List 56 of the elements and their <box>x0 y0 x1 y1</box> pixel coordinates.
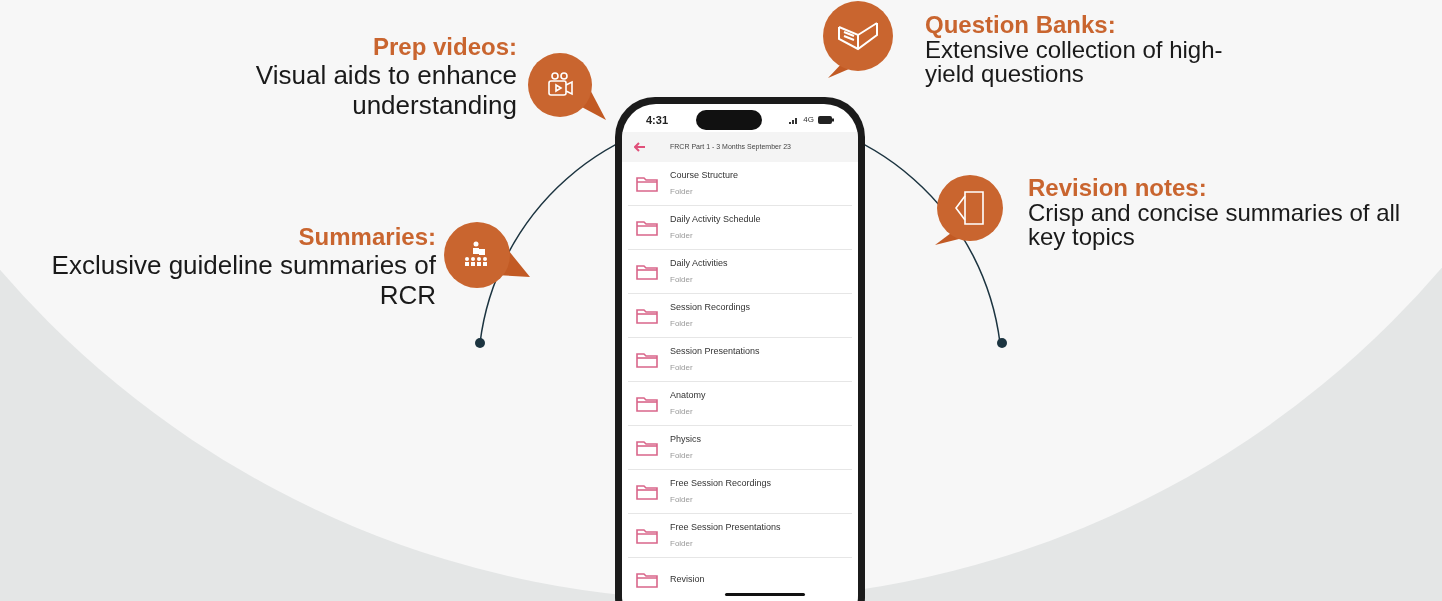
folder-type: Folder <box>670 230 694 243</box>
feature-description: Extensive collection of high-yield questions <box>925 38 1224 86</box>
feature-title: Question Banks: <box>925 12 1116 38</box>
folder-type: Folder <box>670 186 694 199</box>
folder-row[interactable]: Daily Activity Schedule Folder <box>628 206 852 250</box>
dynamic-island <box>695 110 762 130</box>
folder-title: Course Structure <box>670 168 739 182</box>
back-arrow-icon[interactable] <box>634 142 646 152</box>
folder-icon <box>636 351 658 368</box>
folder-row[interactable]: Course Structure Folder <box>628 162 852 206</box>
folder-row[interactable]: Free Session Recordings Folder <box>628 470 852 514</box>
folder-row[interactable]: Session Presentations Folder <box>628 338 852 382</box>
folder-icon <box>636 263 658 280</box>
feature-title: Summaries: <box>298 224 436 250</box>
dot <box>997 338 1007 348</box>
notes-card-icon <box>953 190 987 226</box>
folder-row[interactable]: Free Session Presentations Folder <box>628 514 852 558</box>
signal-icon <box>789 116 800 124</box>
folder-type: Folder <box>670 406 694 419</box>
folder-row[interactable]: Session Recordings Folder <box>628 294 852 338</box>
folder-type: Folder <box>670 274 694 287</box>
folder-title: Free Session Recordings <box>670 476 772 490</box>
folder-title: Anatomy <box>670 388 706 402</box>
open-book-icon <box>836 19 880 53</box>
battery-icon <box>818 116 834 124</box>
network-label: 4G <box>803 114 814 126</box>
folder-row[interactable]: Daily Activities Folder <box>628 250 852 294</box>
folder-icon <box>636 307 658 324</box>
dot <box>475 338 485 348</box>
feature-description: Visual aids to enhance understanding <box>254 60 517 120</box>
folder-title: Daily Activity Schedule <box>670 212 761 226</box>
folder-title: Session Recordings <box>670 300 751 314</box>
status-time: 4:31 <box>646 112 669 128</box>
folder-type: Folder <box>670 494 694 507</box>
folder-title: Free Session Presentations <box>670 520 781 534</box>
folder-type: Folder <box>670 538 694 551</box>
folder-icon <box>636 219 658 236</box>
folder-icon <box>636 395 658 412</box>
folder-row[interactable]: Physics Folder <box>628 426 852 470</box>
folder-type: Folder <box>670 450 694 463</box>
folder-icon <box>636 439 658 456</box>
folder-title: Daily Activities <box>670 256 728 270</box>
folder-type: Folder <box>670 318 694 331</box>
feature-title: Revision notes: <box>1028 175 1207 201</box>
feature-title: Prep videos: <box>372 34 517 60</box>
feature-description: Crisp and concise summaries of all key topics <box>1028 201 1402 249</box>
folder-type: Folder <box>670 362 694 375</box>
folder-icon <box>636 483 658 500</box>
folder-row[interactable]: Anatomy Folder <box>628 382 852 426</box>
folder-title: Revision <box>670 572 705 586</box>
folder-title: Physics <box>670 432 701 446</box>
folder-title: Session Presentations <box>670 344 760 358</box>
folder-icon <box>636 175 658 192</box>
folder-icon <box>636 527 658 544</box>
folder-icon <box>636 571 658 588</box>
feature-description: Exclusive guideline summaries of RCR <box>50 250 436 310</box>
